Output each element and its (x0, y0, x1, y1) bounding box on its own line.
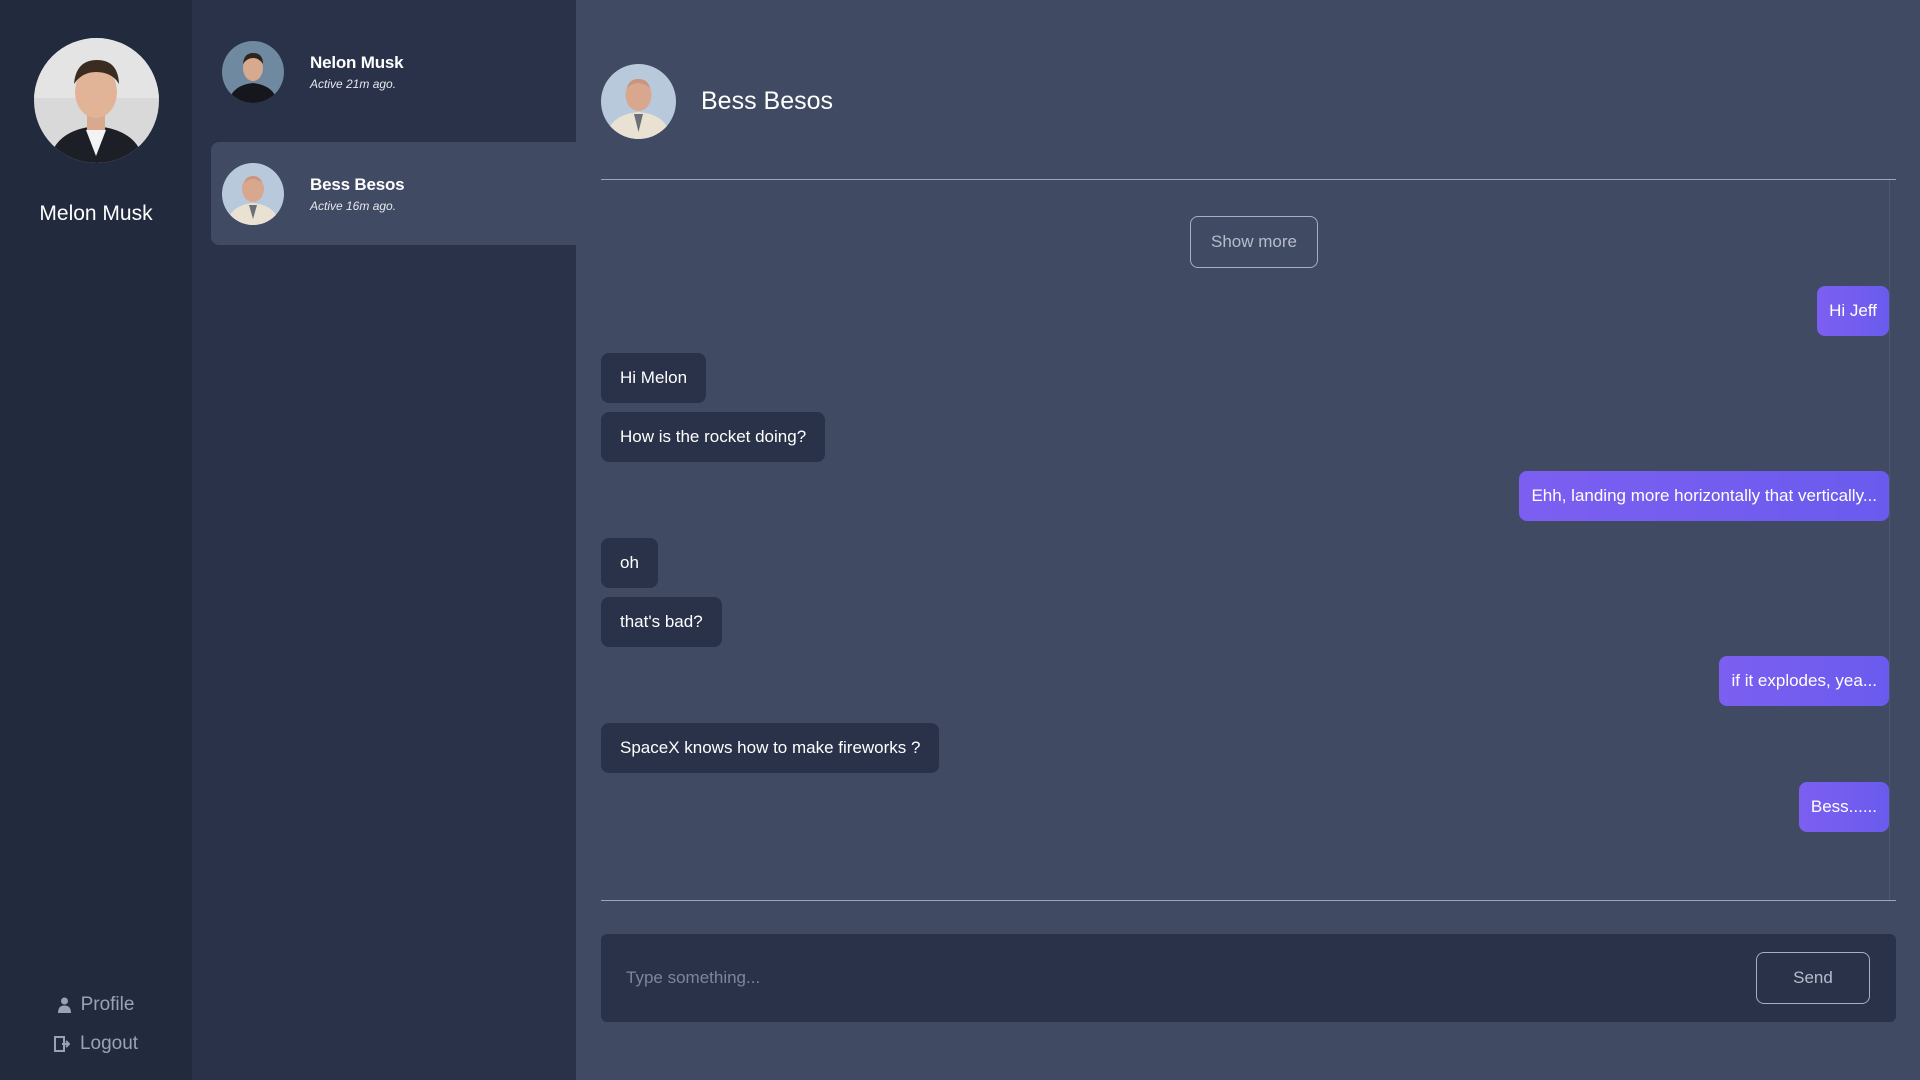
conversation-name: Bess Besos (310, 174, 405, 194)
profile-link[interactable]: Profile (0, 994, 192, 1016)
message-input[interactable] (626, 958, 1726, 998)
send-button[interactable]: Send (1756, 952, 1870, 1004)
conversation-status: Active 21m ago. (310, 76, 397, 91)
composer-divider (601, 900, 1896, 901)
contact-avatar-portrait (222, 40, 284, 103)
profile-rail: Melon Musk Profile Logout (0, 0, 192, 1080)
message-bubble-outgoing: if it explodes, yea... (1719, 656, 1889, 706)
message-bubble-incoming: that's bad? (601, 597, 722, 647)
conversation-item-selected[interactable]: Bess Besos Active 16m ago. (211, 142, 576, 245)
current-user-name: Melon Musk (39, 202, 153, 225)
message-bubble-outgoing: Ehh, landing more horizontally that vert… (1519, 471, 1889, 521)
message-composer: Send (601, 934, 1896, 1022)
chat-contact-portrait (601, 64, 676, 139)
contact-avatar-portrait (222, 162, 284, 225)
message-bubble-incoming: How is the rocket doing? (601, 412, 826, 462)
message-bubble-outgoing: Bess...... (1798, 782, 1889, 832)
chat-title: Bess Besos (701, 87, 834, 115)
message-bubble-incoming: SpaceX knows how to make fireworks ? (601, 723, 940, 773)
avatar (222, 40, 284, 103)
logout-link[interactable]: Logout (0, 1033, 192, 1055)
chat-header: Bess Besos (601, 64, 833, 139)
conversation-name: Nelon Musk (310, 52, 404, 72)
person-icon (57, 997, 71, 1013)
message-bubble-incoming: Hi Melon (601, 353, 707, 403)
logout-link-label: Logout (79, 1033, 139, 1054)
avatar (222, 162, 284, 225)
conversation-item[interactable]: Nelon Musk Active 21m ago. (211, 20, 576, 123)
show-more-button[interactable]: Show more (1190, 216, 1318, 268)
conversation-status: Active 16m ago. (310, 198, 397, 213)
message-scrollbar-track[interactable] (1889, 180, 1890, 900)
logout-icon (53, 1036, 70, 1052)
header-divider (601, 179, 1896, 180)
profile-link-label: Profile (80, 994, 135, 1015)
user-avatar-portrait (34, 38, 159, 163)
message-bubble-incoming: oh (601, 538, 658, 588)
avatar (34, 38, 159, 163)
conversation-list: Nelon Musk Active 21m ago. Bess Besos Ac… (192, 0, 576, 1080)
avatar (601, 64, 676, 139)
message-bubble-outgoing: Hi Jeff (1817, 286, 1889, 336)
